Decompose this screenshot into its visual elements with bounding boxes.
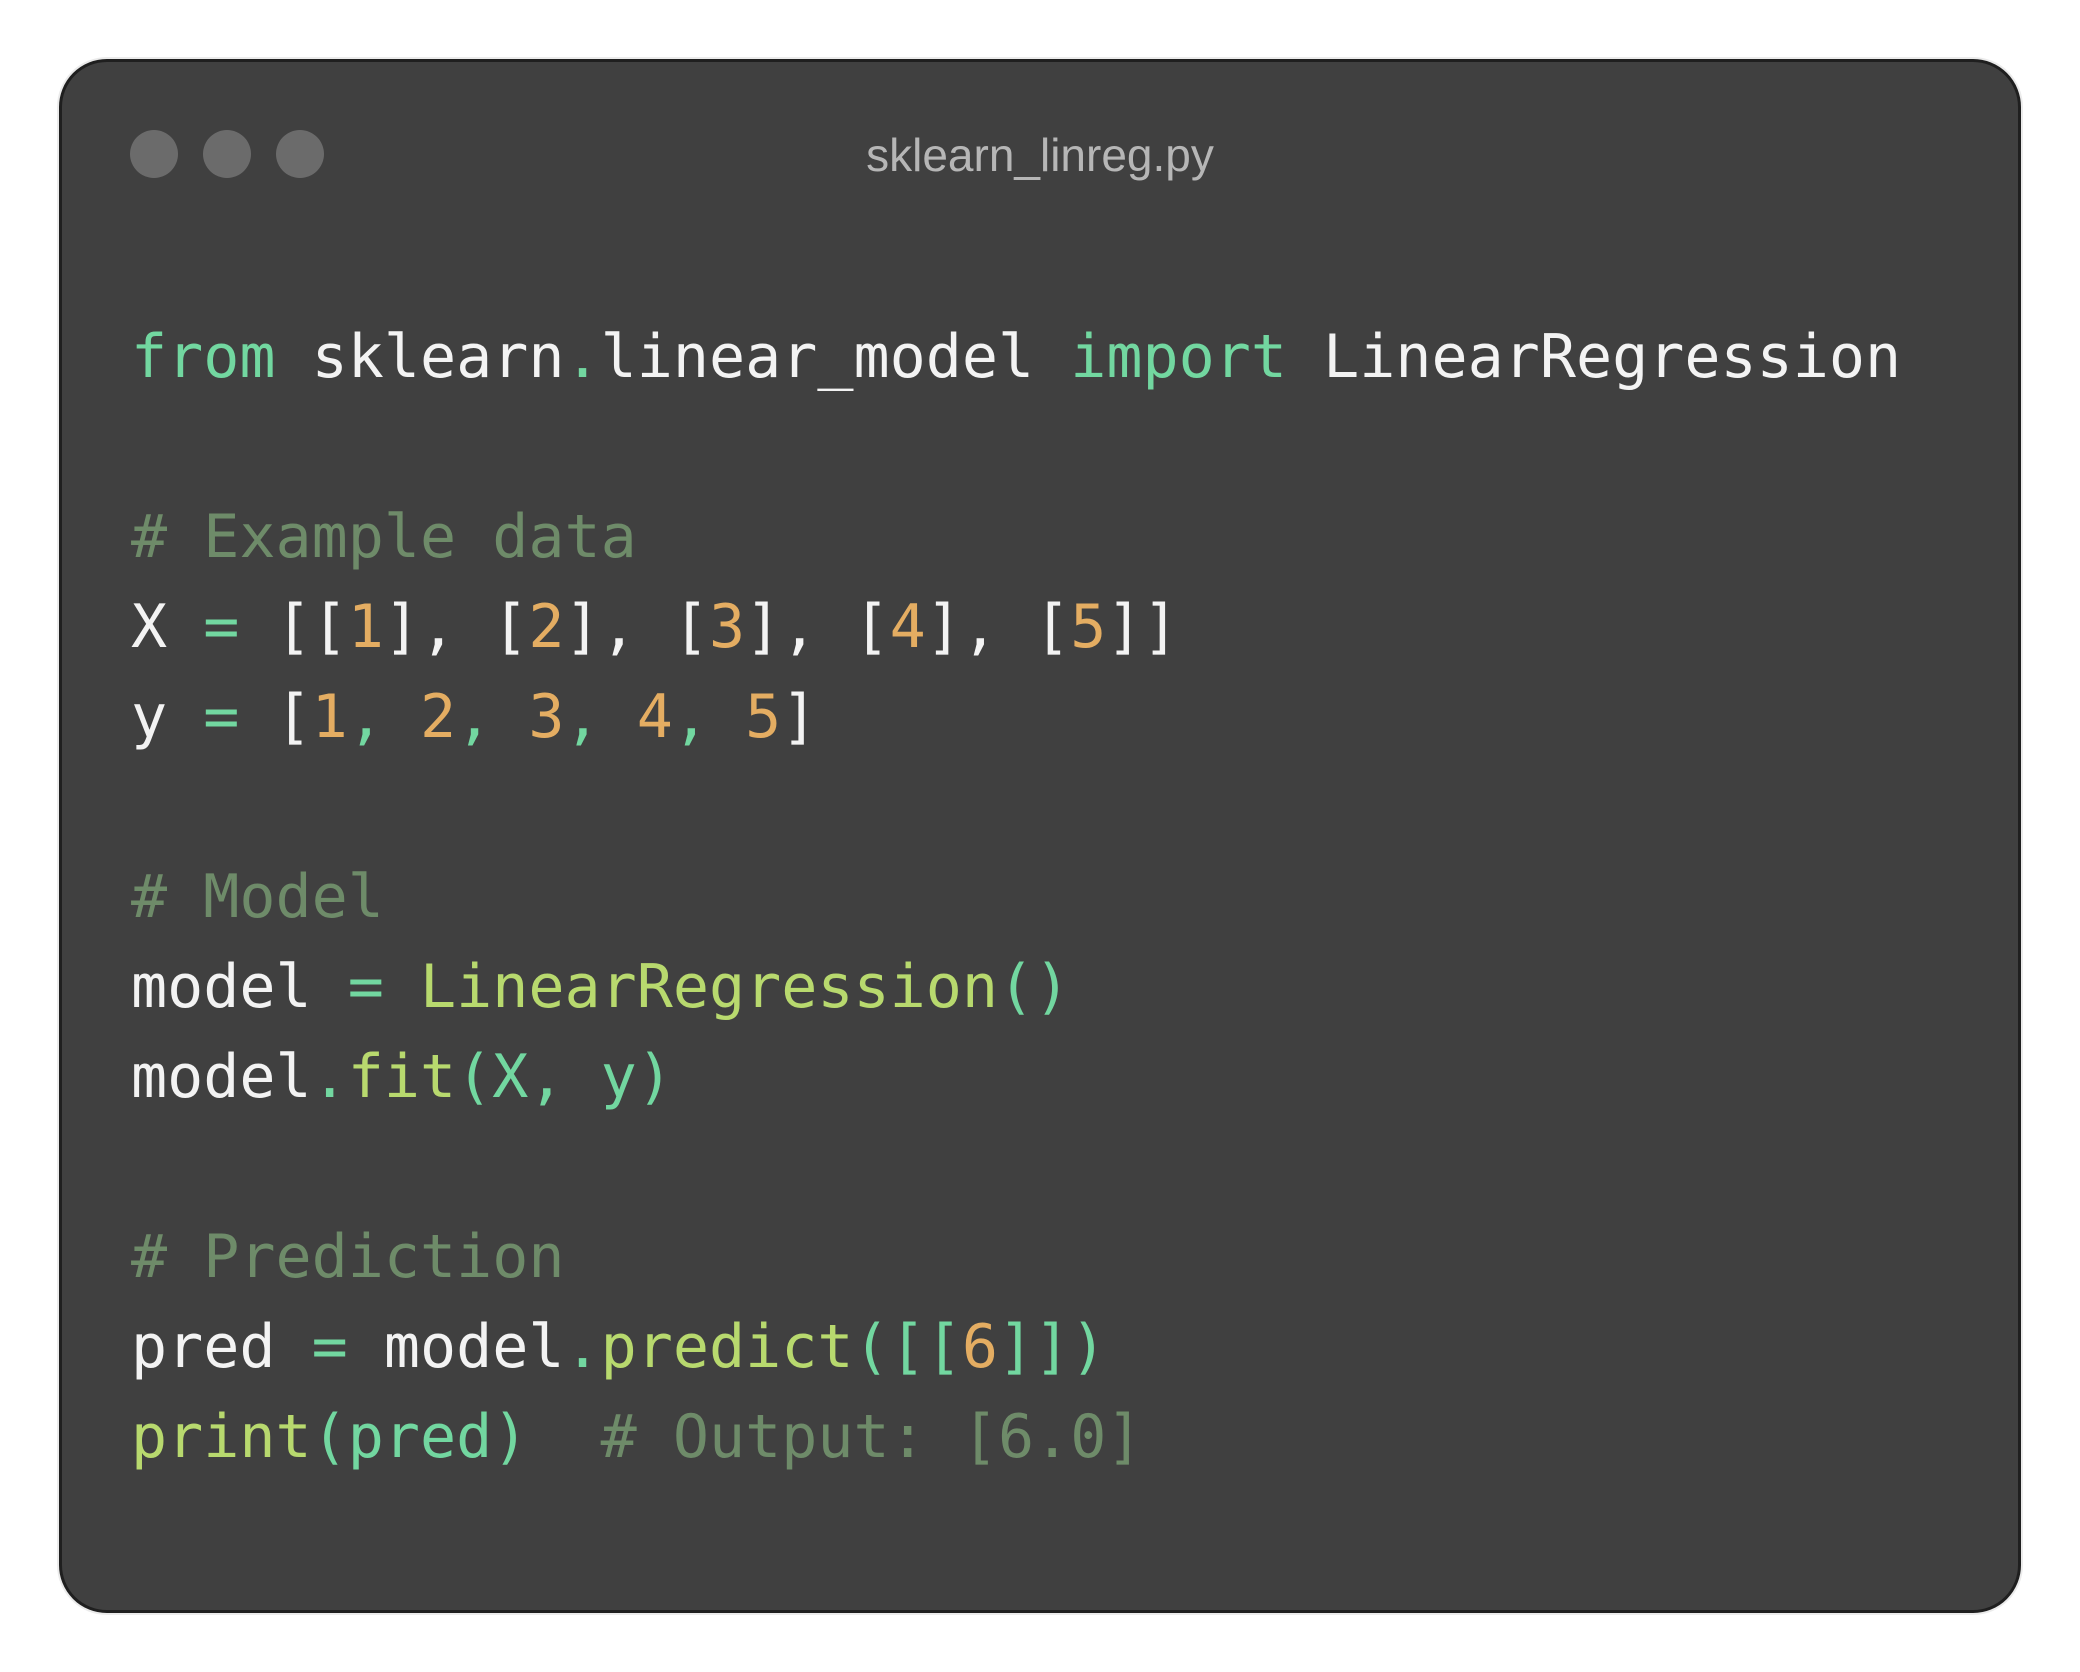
- code-token: 4: [636, 682, 673, 752]
- code-token: pred: [131, 1312, 312, 1382]
- code-token: fit: [347, 1042, 457, 1112]
- code-token: ],: [564, 592, 673, 662]
- code-token: (): [997, 952, 1071, 1022]
- code-token: print: [131, 1402, 312, 1472]
- code-editor[interactable]: from sklearn.linear_model import LinearR…: [131, 312, 1978, 1482]
- code-token: [: [1034, 592, 1071, 662]
- code-token: ,: [672, 682, 746, 752]
- code-token: 2: [420, 682, 457, 752]
- code-line[interactable]: y = [1, 2, 3, 4, 5]: [131, 672, 1978, 762]
- code-token: [: [853, 592, 890, 662]
- code-token: =: [311, 1312, 348, 1382]
- code-token: 4: [889, 592, 926, 662]
- code-token: X: [131, 592, 204, 662]
- code-token: ],: [745, 592, 854, 662]
- code-line[interactable]: model.fit(X, y): [131, 1032, 1978, 1122]
- code-token: (pred): [311, 1402, 529, 1472]
- code-line[interactable]: pred = model.predict([[6]]): [131, 1302, 1978, 1392]
- code-line[interactable]: # Example data: [131, 492, 1978, 582]
- code-token: ]: [781, 682, 818, 752]
- window-title: sklearn_linreg.py: [866, 129, 1214, 181]
- code-token: 2: [528, 592, 565, 662]
- code-token: [[: [239, 592, 348, 662]
- blank-line[interactable]: [131, 762, 1978, 852]
- code-token: sklearn: [275, 322, 565, 392]
- code-token: [: [672, 592, 709, 662]
- code-token: import: [1070, 322, 1287, 392]
- code-token: ],: [383, 592, 493, 662]
- code-line[interactable]: # Prediction: [131, 1212, 1978, 1302]
- code-line[interactable]: print(pred) # Output: [6.0]: [131, 1392, 1978, 1482]
- code-token: .: [311, 1042, 348, 1112]
- code-token: ([[: [853, 1312, 962, 1382]
- code-token: 3: [528, 682, 565, 752]
- code-token: model: [131, 1042, 312, 1112]
- code-line[interactable]: from sklearn.linear_model import LinearR…: [131, 312, 1978, 402]
- code-token: ,: [456, 682, 529, 752]
- code-line[interactable]: model = LinearRegression(): [131, 942, 1978, 1032]
- code-token: 5: [745, 682, 782, 752]
- code-token: LinearRegression: [383, 952, 998, 1022]
- code-token: predict: [600, 1312, 854, 1382]
- code-token: # Example data: [131, 502, 637, 572]
- code-token: 1: [347, 592, 384, 662]
- code-token: # Prediction: [131, 1222, 565, 1292]
- code-token: linear_model: [600, 322, 1071, 392]
- code-line[interactable]: X = [[1], [2], [3], [4], [5]]: [131, 582, 1978, 672]
- code-token: from: [131, 322, 276, 392]
- code-token: model: [347, 1312, 565, 1382]
- code-token: y: [131, 682, 204, 752]
- code-token: =: [347, 952, 384, 1022]
- code-token: 1: [311, 682, 348, 752]
- code-token: 6: [961, 1312, 998, 1382]
- code-token: # Output: [6.0]: [528, 1402, 1143, 1472]
- code-token: ],: [925, 592, 1035, 662]
- code-token: ,: [347, 682, 420, 752]
- window-titlebar: sklearn_linreg.py: [62, 62, 2018, 222]
- code-window: sklearn_linreg.py from sklearn.linear_mo…: [59, 59, 2021, 1613]
- code-token: ,: [564, 682, 637, 752]
- code-token: =: [203, 682, 240, 752]
- code-token: [: [492, 592, 529, 662]
- code-token: 5: [1070, 592, 1107, 662]
- blank-line[interactable]: [131, 1122, 1978, 1212]
- code-token: model: [131, 952, 348, 1022]
- code-token: ]]): [998, 1312, 1107, 1382]
- blank-line[interactable]: [131, 402, 1978, 492]
- code-token: [: [239, 682, 312, 752]
- code-token: LinearRegression: [1286, 322, 1902, 392]
- code-token: =: [203, 592, 240, 662]
- code-token: ]]: [1106, 592, 1179, 662]
- code-token: .: [564, 1312, 601, 1382]
- code-line[interactable]: # Model: [131, 852, 1978, 942]
- code-token: .: [564, 322, 601, 392]
- code-token: # Model: [131, 862, 384, 932]
- code-token: 3: [709, 592, 746, 662]
- code-token: (X, y): [456, 1042, 673, 1112]
